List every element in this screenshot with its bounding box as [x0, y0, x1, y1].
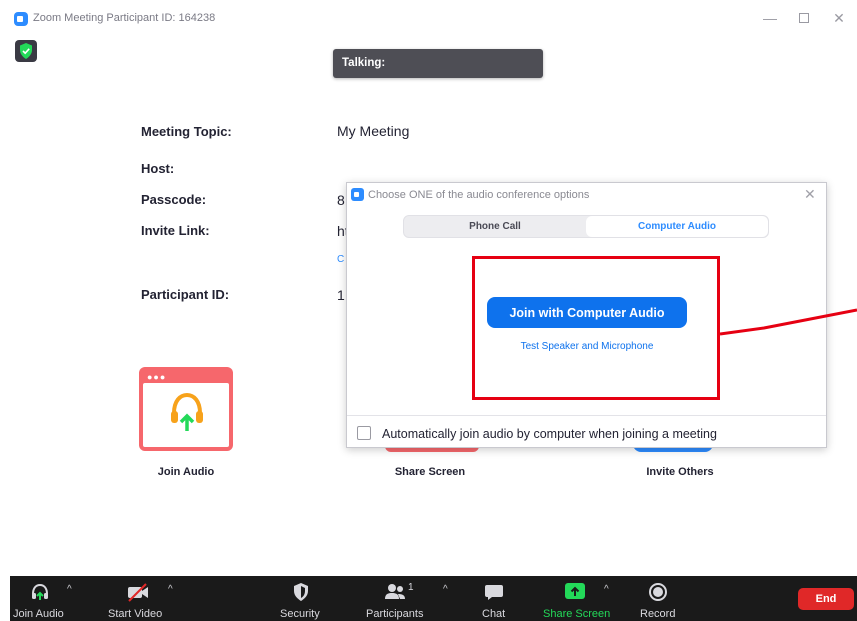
close-window-button[interactable]: ✕ [829, 8, 849, 28]
window-title: Zoom Meeting Participant ID: 164238 [33, 12, 216, 24]
share-screen-tile-label: Share Screen [394, 466, 466, 478]
title-bar: Zoom Meeting Participant ID: 164238 — ✕ [0, 0, 857, 38]
shield-icon [20, 43, 32, 59]
auto-join-checkbox[interactable] [357, 426, 371, 440]
tile-inner [143, 383, 229, 447]
annotation-highlight-box [472, 256, 720, 400]
join-audio-tile[interactable]: ●●● [139, 367, 233, 451]
security-shield-icon [294, 583, 308, 601]
tab-phone-call[interactable]: Phone Call [404, 216, 586, 237]
share-screen-icon [565, 583, 585, 599]
dialog-close-button[interactable]: ✕ [804, 186, 816, 203]
participants-icon [385, 584, 405, 599]
dialog-title: Choose ONE of the audio conference optio… [368, 189, 590, 201]
invite-others-tile-label: Invite Others [646, 466, 714, 478]
passcode-label: Passcode: [141, 192, 207, 207]
meeting-toolbar: ^ Join Audio ^ Start Video Security 1 ^ … [10, 576, 857, 621]
host-label: Host: [141, 161, 175, 176]
chat-button[interactable]: Chat [478, 576, 514, 621]
headphones-icon [32, 583, 48, 600]
share-screen-label: Share Screen [543, 608, 611, 620]
talking-indicator: Talking: [333, 49, 543, 78]
participants-caret[interactable]: ^ [443, 584, 448, 595]
start-video-caret[interactable]: ^ [168, 584, 173, 595]
participants-button[interactable]: 1 ^ Participants [364, 576, 464, 621]
participant-id-label: Participant ID: [141, 287, 230, 302]
participant-id-value: 1 [337, 287, 345, 303]
end-meeting-button[interactable]: End [798, 588, 854, 610]
security-label: Security [280, 608, 320, 620]
audio-tab-selector: Phone Call Computer Audio [403, 215, 769, 238]
window-dots-icon: ●●● [147, 372, 167, 382]
chat-label: Chat [482, 608, 506, 620]
zoom-logo-icon [351, 188, 364, 201]
maximize-icon [799, 13, 809, 23]
share-screen-caret[interactable]: ^ [604, 584, 609, 595]
join-audio-button[interactable]: ^ Join Audio [10, 576, 90, 621]
record-button[interactable]: Record [634, 576, 684, 621]
security-button[interactable]: Security [275, 576, 335, 621]
maximize-button[interactable] [794, 8, 814, 28]
meeting-topic-label: Meeting Topic: [141, 124, 232, 139]
auto-join-label: Automatically join audio by computer whe… [382, 427, 717, 441]
headphones-icon [171, 392, 203, 431]
tab-computer-audio[interactable]: Computer Audio [586, 216, 768, 237]
talking-label: Talking: [342, 57, 386, 69]
join-audio-caret[interactable]: ^ [67, 584, 72, 595]
minimize-button[interactable]: — [760, 8, 780, 28]
participants-count: 1 [408, 582, 414, 593]
video-off-icon [128, 583, 148, 602]
passcode-value: 8 [337, 192, 345, 208]
record-icon [649, 583, 667, 601]
chat-icon [485, 585, 503, 600]
record-label: Record [640, 608, 676, 620]
annotation-arrow-line [720, 308, 857, 336]
share-screen-button[interactable]: ^ Share Screen [540, 576, 620, 621]
participants-label: Participants [366, 608, 424, 620]
copy-link[interactable]: C [337, 254, 344, 265]
join-audio-tile-label: Join Audio [157, 466, 215, 478]
meeting-topic-value: My Meeting [337, 123, 410, 139]
zoom-logo-icon [14, 12, 28, 26]
dialog-divider [347, 415, 826, 416]
start-video-button[interactable]: ^ Start Video [102, 576, 186, 621]
start-video-label: Start Video [108, 608, 163, 620]
encryption-shield-icon[interactable] [15, 40, 37, 62]
join-audio-label: Join Audio [13, 608, 64, 620]
invite-link-label: Invite Link: [141, 223, 210, 238]
